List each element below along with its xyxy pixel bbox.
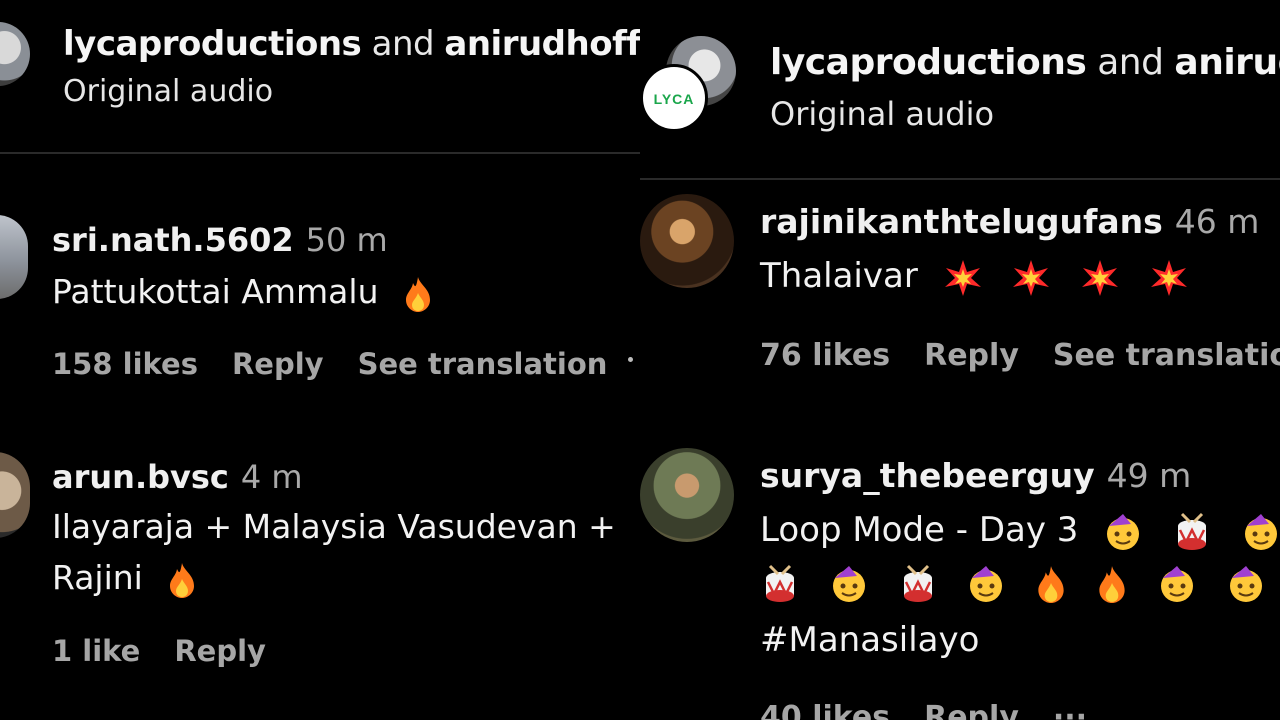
account-name-1[interactable]: lycaproductions [770,42,1087,83]
reply-button[interactable]: Reply [924,338,1019,373]
fire-icon [406,276,430,312]
likes-count[interactable]: 158 likes [52,347,198,381]
party-face-icon [1160,565,1193,602]
comment-text: Pattukottai Ammalu [52,272,433,313]
account-name-1[interactable]: lycaproductions [63,24,362,64]
explosion-icon [1013,259,1050,296]
comment-body: Thalaivar [760,256,918,296]
more-dot[interactable] [628,357,633,362]
comment-header: surya_thebeerguy 49 m [760,456,1191,495]
lyca-logo-avatar[interactable]: LYCA [640,64,708,132]
explosion-icon [1151,259,1188,296]
comment-actions: 40 likes Reply ··· [760,700,1121,720]
party-face-icon [832,565,865,602]
right-panel: LYCA lycaproductions and anirudhofficial… [640,0,1280,720]
party-face-icon [1107,513,1140,550]
emoji-line [746,562,1266,604]
comment-text-line: Rajini [52,558,197,599]
comment-body: Loop Mode - Day 3 [760,510,1079,550]
audio-subtitle[interactable]: Original audio [63,74,273,109]
comment-actions: 76 likes Reply See translation [760,338,1280,373]
account-avatar[interactable] [0,22,30,86]
conjunction: and [371,24,435,64]
reply-button[interactable]: Reply [174,634,266,668]
explosion-icon [944,259,981,296]
comment-username[interactable]: rajinikanthtelugufans [760,202,1163,241]
comment-text: Thalaivar [760,256,1189,298]
party-face-icon [1244,513,1277,550]
party-face-icon [1229,565,1262,602]
drum-icon [1178,512,1207,550]
reply-button[interactable]: Reply [232,347,324,381]
likes-count[interactable]: 1 like [52,634,140,668]
fire-icon [170,562,195,598]
comment-body: Rajini [52,558,143,597]
account-name-2[interactable]: anirudhofficial [444,24,640,64]
commenter-avatar[interactable] [640,448,734,542]
comment-actions: 158 likes Reply See translation [52,347,640,381]
explosion-icon [1082,259,1119,296]
comment-actions: 1 like Reply [52,634,300,668]
see-translation-button[interactable]: See translation [358,347,608,381]
comment-text-line: Ilayaraja + Malaysia Vasudevan + [52,507,616,546]
fire-icon [1099,565,1125,603]
conjunction: and [1097,42,1164,83]
comment-username[interactable]: surya_thebeerguy [760,456,1095,495]
account-name-2[interactable]: anirudhofficial [1174,42,1280,83]
comment-header: arun.bvsc 4 m [52,458,303,496]
commenter-avatar[interactable] [640,194,734,288]
audio-owner-title[interactable]: lycaproductions and anirudhofficial [63,24,640,64]
audio-subtitle[interactable]: Original audio [770,95,994,133]
comment-text-line: Loop Mode - Day 3 [760,510,1280,552]
see-translation-button[interactable]: See translation [1053,338,1280,373]
comment-time: 49 m [1106,456,1192,495]
header-divider [640,178,1280,180]
commenter-avatar[interactable] [0,215,28,299]
comment-username[interactable]: sri.nath.5602 [52,221,294,259]
comment-time: 50 m [305,221,388,259]
header-divider [0,152,640,154]
comment-time: 4 m [240,458,303,496]
lyca-logo-text: LYCA [653,91,695,107]
comment-username[interactable]: arun.bvsc [52,458,229,496]
comment-header: sri.nath.5602 50 m [52,221,388,259]
comment-hashtag[interactable]: #Manasilayo [760,620,979,660]
reply-button[interactable]: Reply [924,700,1019,720]
likes-count[interactable]: 40 likes [760,700,890,720]
comment-body: Pattukottai Ammalu [52,272,379,311]
comment-time: 46 m [1174,202,1260,241]
drum-icon [903,564,932,602]
fire-icon [1038,565,1064,603]
likes-count[interactable]: 76 likes [760,338,890,373]
drum-icon [766,564,794,602]
party-face-icon [970,565,1003,602]
audio-owner-title[interactable]: lycaproductions and anirudhofficial [770,42,1280,83]
more-options-button[interactable]: ··· [1053,700,1087,720]
comment-header: rajinikanthtelugufans 46 m [760,202,1259,241]
commenter-avatar[interactable] [0,452,30,538]
left-panel: lycaproductions and anirudhofficial Orig… [0,0,640,720]
